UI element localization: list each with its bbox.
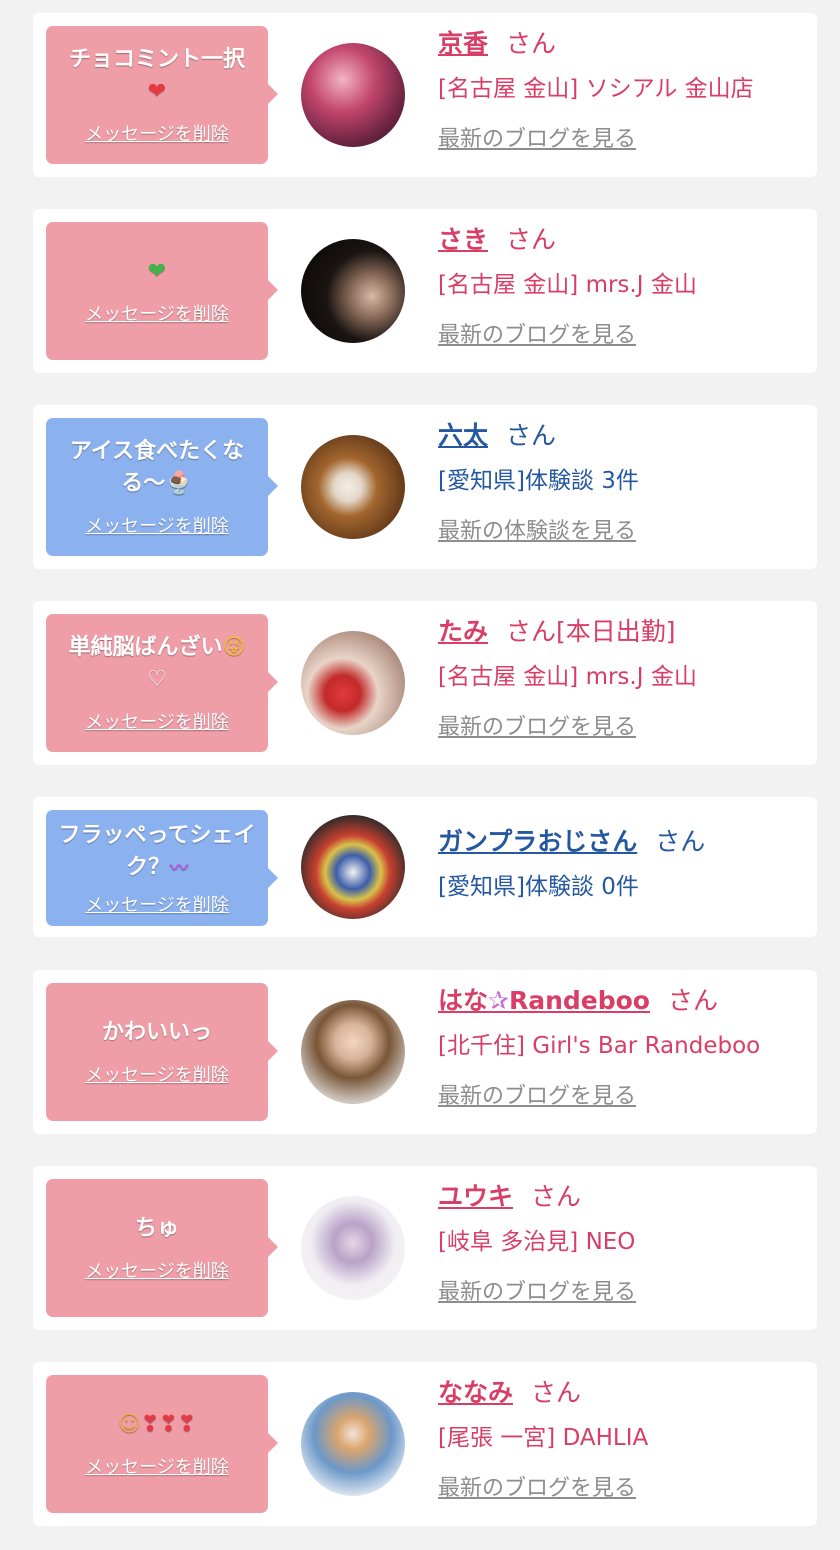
profile-name-link[interactable]: 六太 <box>438 421 488 450</box>
delete-message-link[interactable]: メッセージを削除 <box>85 1453 229 1479</box>
message-card: ❤ メッセージを削除 さき さん [名古屋 金山] mrs.J 金山 最新のブログ… <box>33 209 817 373</box>
message-text: ちゅ <box>134 1216 179 1241</box>
star-outline-icon: ✰ <box>488 986 509 1015</box>
honorific: さん <box>506 421 557 450</box>
message-card: アイス食べたくなる〜🍨 メッセージを削除 六太 さん [愛知県]体験談 3件 最新… <box>33 405 817 569</box>
message-card: フラッペってシェイク？〰 メッセージを削除 ガンプラおじさん さん [愛知県]体験… <box>33 797 817 937</box>
avatar[interactable] <box>301 239 405 343</box>
honorific: さん <box>506 617 557 646</box>
avatar[interactable] <box>301 631 405 735</box>
message-bubble: チョコミント一択 ❤ メッセージを削除 <box>46 26 278 164</box>
shop-info: [尾張 一宮] DAHLIA <box>438 1425 649 1451</box>
message-text: かわいいっ <box>101 1020 212 1045</box>
profile-name-link[interactable]: はな✰Randeboo <box>438 986 650 1015</box>
ice-cream-icon: 🍨 <box>165 471 193 496</box>
honorific: さん <box>506 225 557 254</box>
shop-info: [名古屋 金山] mrs.J 金山 <box>438 664 697 690</box>
profile-name-link[interactable]: ななみ <box>438 1378 513 1407</box>
message-text: チョコミント一択 ❤ <box>68 47 245 104</box>
shop-info: [北千住] Girl's Bar Randeboo <box>438 1033 761 1059</box>
profile-name-link[interactable]: ユウキ <box>438 1182 513 1211</box>
avatar[interactable] <box>301 815 405 919</box>
red-heart-icon: ❤ <box>147 79 167 104</box>
shop-info: [愛知県]体験談 3件 <box>438 468 639 494</box>
latest-blog-link[interactable]: 最新のブログを見る <box>438 1474 807 1504</box>
message-text: ☺❣❣❣ <box>118 1409 196 1441</box>
message-text: ❤ <box>148 256 166 288</box>
attendance-status: [本日出勤] <box>556 617 676 646</box>
message-bubble: アイス食べたくなる〜🍨 メッセージを削除 <box>46 418 278 556</box>
profile-name-link[interactable]: さき <box>438 225 488 254</box>
avatar[interactable] <box>301 1000 405 1104</box>
avatar[interactable] <box>301 1392 405 1496</box>
message-card: チョコミント一択 ❤ メッセージを削除 京香 さん [名古屋 金山] ソシアル 金山… <box>33 13 817 177</box>
message-card: ちゅ メッセージを削除 ユウキ さん [岐阜 多治見] NEO 最新のブログを見る <box>33 1166 817 1330</box>
message-bubble: ☺❣❣❣ メッセージを削除 <box>46 1375 278 1513</box>
delete-message-link[interactable]: メッセージを削除 <box>85 1257 229 1283</box>
message-text: フラッペってシェイク？〰 <box>52 820 262 885</box>
message-card: かわいいっ メッセージを削除 はな✰Randeboo さん [北千住] Girl'… <box>33 970 817 1134</box>
profile-name-link[interactable]: たみ <box>438 617 488 646</box>
message-bubble: かわいいっ メッセージを削除 <box>46 983 278 1121</box>
message-text: 単純脳ばんざい😜 ♡ <box>69 632 246 696</box>
avatar[interactable] <box>301 1196 405 1300</box>
squiggle-icon: 〰 <box>170 857 188 879</box>
delete-message-link[interactable]: メッセージを削除 <box>85 300 229 326</box>
profile-name-link[interactable]: 京香 <box>438 29 488 58</box>
shop-info: [名古屋 金山] ソシアル 金山店 <box>438 76 754 102</box>
zany-face-icon: 😜 <box>222 635 246 660</box>
message-bubble: ちゅ メッセージを削除 <box>46 1179 278 1317</box>
honorific: さん <box>655 827 706 856</box>
message-bubble: 単純脳ばんざい😜 ♡ メッセージを削除 <box>46 614 278 752</box>
delete-message-link[interactable]: メッセージを削除 <box>85 120 229 146</box>
message-bubble: フラッペってシェイク？〰 メッセージを削除 <box>46 810 278 926</box>
latest-blog-link[interactable]: 最新のブログを見る <box>438 125 807 155</box>
message-card: ☺❣❣❣ メッセージを削除 ななみ さん [尾張 一宮] DAHLIA 最新のブロ… <box>33 1362 817 1526</box>
latest-blog-link[interactable]: 最新のブログを見る <box>438 321 807 351</box>
latest-blog-link[interactable]: 最新のブログを見る <box>438 1278 807 1308</box>
delete-message-link[interactable]: メッセージを削除 <box>85 1061 229 1087</box>
avatar[interactable] <box>301 43 405 147</box>
shop-info: [名古屋 金山] mrs.J 金山 <box>438 272 697 298</box>
honorific: さん <box>506 29 557 58</box>
shop-info: [愛知県]体験談 0件 <box>438 874 639 900</box>
green-heart-icon: ❤ <box>147 259 167 284</box>
message-card: 単純脳ばんざい😜 ♡ メッセージを削除 たみ さん[本日出勤] [名古屋 金山] m… <box>33 601 817 765</box>
latest-blog-link[interactable]: 最新のブログを見る <box>438 1082 807 1112</box>
profile-name-link[interactable]: ガンプラおじさん <box>438 827 637 856</box>
shop-info: [岐阜 多治見] NEO <box>438 1229 636 1255</box>
message-bubble: ❤ メッセージを削除 <box>46 222 278 360</box>
delete-message-link[interactable]: メッセージを削除 <box>85 512 229 538</box>
hearts-icon: ❣❣❣ <box>140 1412 197 1437</box>
avatar[interactable] <box>301 435 405 539</box>
latest-blog-link[interactable]: 最新のブログを見る <box>438 713 807 743</box>
delete-message-link[interactable]: メッセージを削除 <box>85 708 229 734</box>
latest-review-link[interactable]: 最新の体験談を見る <box>438 517 807 547</box>
delete-message-link[interactable]: メッセージを削除 <box>85 891 229 917</box>
message-text: アイス食べたくなる〜🍨 <box>52 436 262 500</box>
honorific: さん <box>531 1378 582 1407</box>
honorific: さん <box>531 1182 582 1211</box>
honorific: さん <box>667 986 718 1015</box>
smile-icon: ☺ <box>117 1412 141 1437</box>
